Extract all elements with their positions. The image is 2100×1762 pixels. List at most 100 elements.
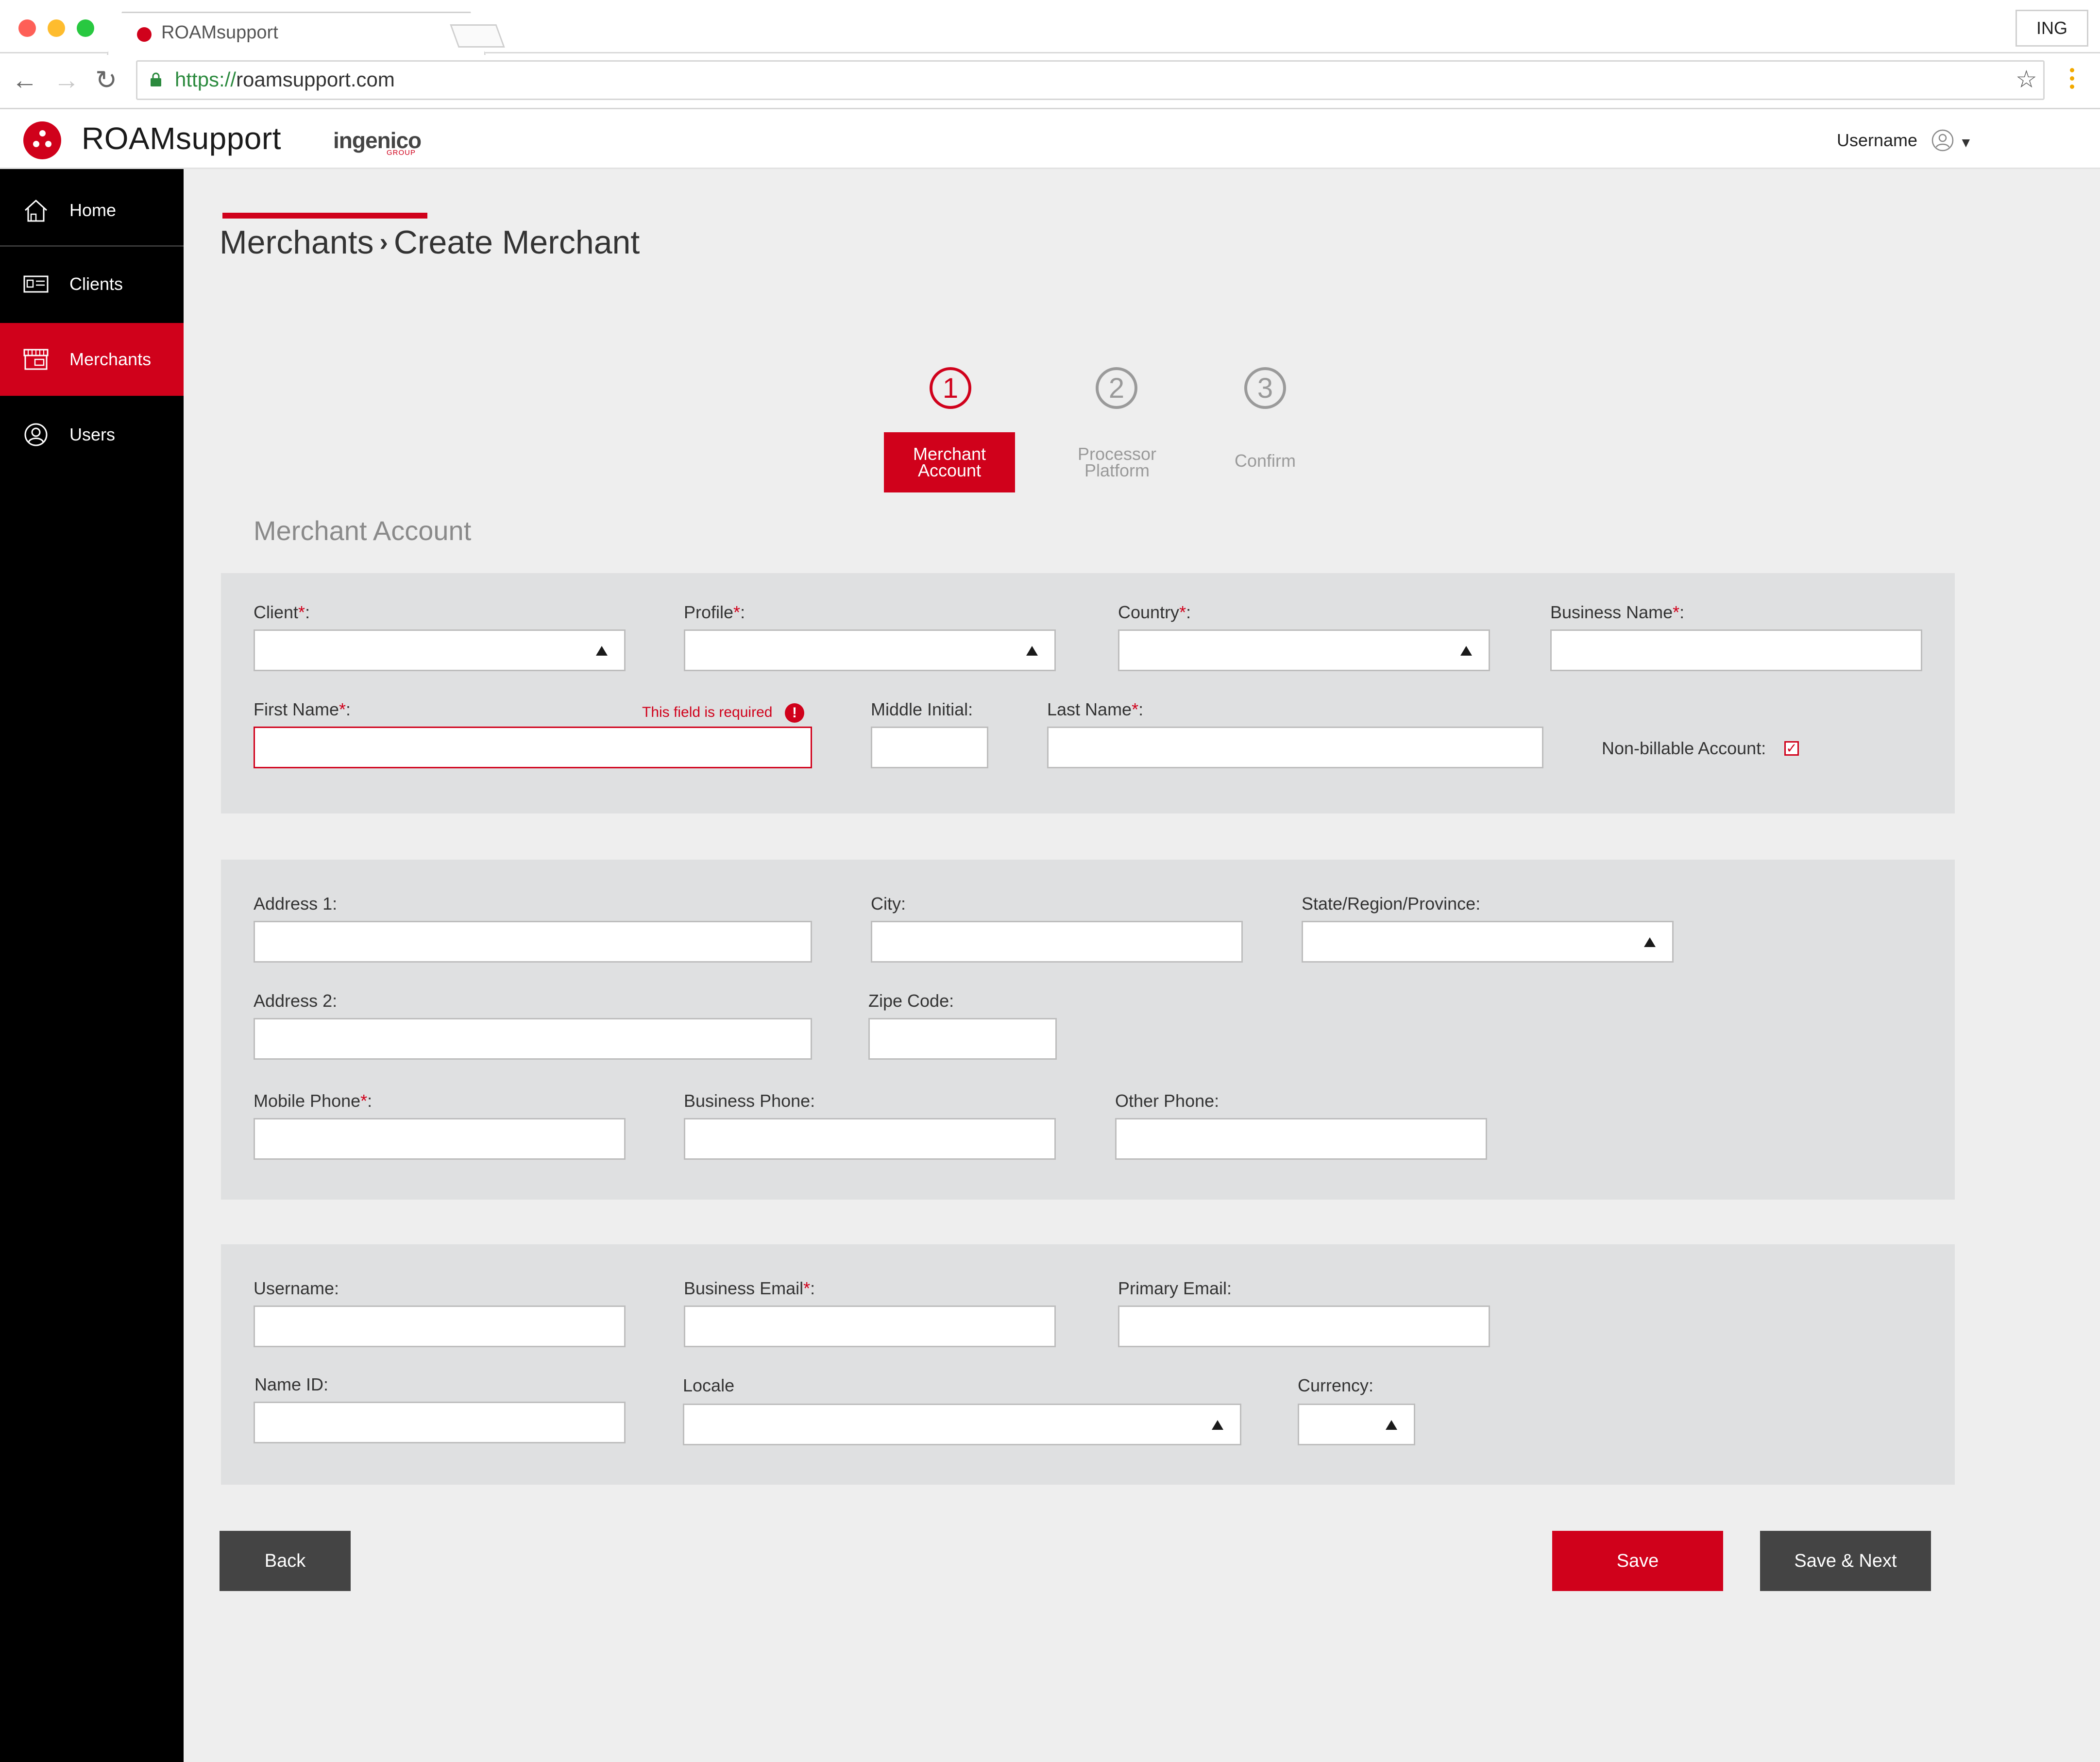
- business-name-input[interactable]: [1550, 629, 1922, 671]
- mobile-phone-input[interactable]: [254, 1118, 626, 1160]
- window-minimize-button[interactable]: [48, 19, 65, 37]
- new-tab-button[interactable]: [450, 24, 505, 48]
- panel-account-info: [221, 573, 1955, 813]
- locale-select[interactable]: [683, 1404, 1241, 1445]
- state-select[interactable]: [1302, 921, 1674, 963]
- address2-input[interactable]: [254, 1018, 812, 1060]
- last-name-label: Last Name*:: [1047, 699, 1144, 719]
- currency-label: Currency:: [1298, 1375, 1374, 1395]
- step-2-processor-platform[interactable]: Processor Platform: [1059, 445, 1175, 480]
- url-text[interactable]: https://roamsupport.com: [175, 68, 395, 91]
- primary-email-input[interactable]: [1118, 1305, 1490, 1347]
- breadcrumb: Merchants › Create Merchant: [220, 223, 640, 261]
- first-name-input[interactable]: [254, 727, 812, 768]
- city-input[interactable]: [871, 921, 1243, 963]
- first-name-error-message: This field is required: [642, 704, 773, 720]
- sidebar-divider: [0, 245, 184, 247]
- currency-select[interactable]: [1298, 1404, 1415, 1445]
- reload-icon[interactable]: ↻: [95, 65, 117, 96]
- address1-label: Address 1:: [254, 894, 338, 914]
- zip-input[interactable]: [868, 1018, 1057, 1060]
- address-bar[interactable]: [136, 60, 2045, 100]
- caret-up-icon: [1644, 937, 1656, 947]
- user-avatar-icon[interactable]: [1931, 129, 1954, 152]
- breadcrumb-parent[interactable]: Merchants: [220, 224, 373, 261]
- browser-profile-button[interactable]: ING: [2015, 10, 2088, 47]
- forward-arrow-icon[interactable]: →: [53, 65, 80, 96]
- brand-name: ROAMsupport: [82, 121, 281, 156]
- bookmark-star-icon[interactable]: ☆: [2015, 65, 2037, 93]
- country-select[interactable]: [1118, 629, 1490, 671]
- home-icon: [24, 199, 48, 222]
- business-name-label: Business Name*:: [1550, 602, 1685, 622]
- header-username[interactable]: Username: [1837, 130, 1917, 151]
- browser-tab-title: ROAMsupport: [161, 22, 278, 43]
- step-2-label-line2: Platform: [1084, 460, 1150, 480]
- ingenico-logo-sub: GROUP: [387, 149, 416, 157]
- profile-label: Profile*:: [684, 602, 745, 622]
- username-label: Username:: [254, 1278, 339, 1298]
- lock-icon: [151, 72, 161, 86]
- tab-favicon-icon: [137, 27, 152, 42]
- sidebar-item-users[interactable]: Users: [0, 398, 184, 471]
- step-1-label-line2: Account: [917, 460, 982, 480]
- sidebar-item-merchants[interactable]: Merchants: [0, 323, 184, 396]
- sidebar-item-label: Home: [69, 200, 117, 220]
- other-phone-input[interactable]: [1115, 1118, 1487, 1160]
- user-menu-caret-icon[interactable]: ▼: [1959, 135, 1973, 151]
- locale-label: Locale: [683, 1375, 735, 1395]
- save-next-button[interactable]: Save & Next: [1760, 1531, 1931, 1591]
- step-3-confirm[interactable]: Confirm: [1217, 452, 1314, 470]
- back-button[interactable]: Back: [220, 1531, 351, 1591]
- non-billable-checkbox[interactable]: ✓: [1784, 741, 1799, 756]
- back-arrow-icon[interactable]: ←: [12, 65, 38, 96]
- title-accent-bar: [222, 213, 427, 219]
- non-billable-label: Non-billable Account:: [1602, 738, 1766, 758]
- save-button[interactable]: Save: [1552, 1531, 1723, 1591]
- middle-initial-input[interactable]: [871, 727, 988, 768]
- business-email-input[interactable]: [684, 1305, 1056, 1347]
- panel-contact: [221, 1244, 1955, 1485]
- caret-up-icon: [1460, 646, 1472, 656]
- window-maximize-button[interactable]: [77, 19, 94, 37]
- storefront-icon: [23, 349, 49, 370]
- name-id-label: Name ID:: [254, 1374, 329, 1394]
- last-name-input[interactable]: [1047, 727, 1543, 768]
- other-phone-label: Other Phone:: [1115, 1091, 1219, 1111]
- caret-up-icon: [596, 646, 608, 656]
- sidebar-item-label: Merchants: [69, 349, 152, 369]
- step-1-merchant-account[interactable]: Merchant Account: [884, 432, 1015, 492]
- country-label: Country*:: [1118, 602, 1191, 622]
- url-scheme: https://: [175, 68, 237, 91]
- window-close-button[interactable]: [18, 19, 36, 37]
- business-phone-label: Business Phone:: [684, 1091, 815, 1111]
- client-select[interactable]: [254, 629, 626, 671]
- address2-label: Address 2:: [254, 991, 338, 1011]
- sidebar-item-home[interactable]: Home: [0, 174, 184, 247]
- user-icon: [24, 423, 48, 446]
- name-id-input[interactable]: [254, 1402, 626, 1443]
- username-input[interactable]: [254, 1305, 626, 1347]
- first-name-label: First Name*:: [254, 699, 351, 719]
- sidebar-item-clients[interactable]: Clients: [0, 248, 184, 321]
- app-header: [0, 111, 2100, 169]
- step-3-number: 3: [1244, 367, 1286, 409]
- address1-input[interactable]: [254, 921, 812, 963]
- section-title: Merchant Account: [254, 515, 472, 546]
- roam-logo-icon[interactable]: [23, 121, 61, 159]
- sidebar-item-label: Users: [69, 424, 116, 444]
- zip-label: Zipe Code:: [868, 991, 954, 1011]
- id-card-icon: [23, 275, 49, 293]
- breadcrumb-chevron-icon: ›: [379, 228, 388, 256]
- error-alert-icon: !: [785, 703, 804, 723]
- client-label: Client*:: [254, 602, 310, 622]
- caret-up-icon: [1212, 1420, 1223, 1430]
- step-1-number: 1: [930, 367, 971, 409]
- step-2-number: 2: [1096, 367, 1137, 409]
- business-phone-input[interactable]: [684, 1118, 1056, 1160]
- caret-up-icon: [1026, 646, 1038, 656]
- profile-select[interactable]: [684, 629, 1056, 671]
- business-email-label: Business Email*:: [684, 1278, 815, 1298]
- browser-menu-icon[interactable]: [2070, 68, 2075, 93]
- state-label: State/Region/Province:: [1302, 894, 1481, 914]
